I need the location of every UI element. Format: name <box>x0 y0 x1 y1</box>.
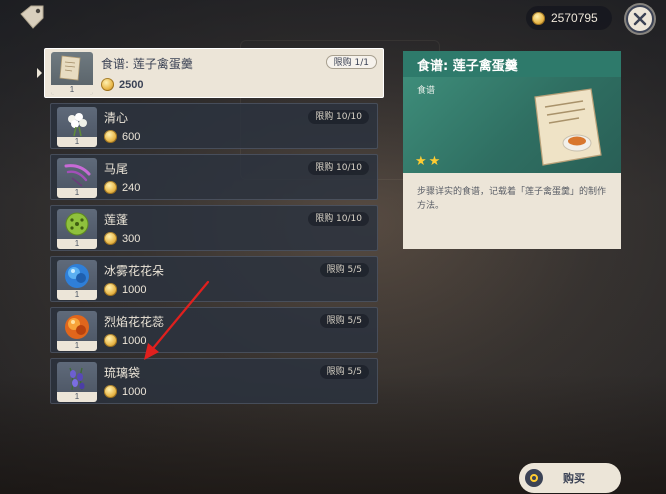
detail-title: 食谱: 莲子禽蛋羹 <box>417 58 518 74</box>
item-price: 2500 <box>101 78 143 91</box>
qingxin-flower-icon <box>68 113 87 137</box>
shop-item-flaming-flower[interactable]: 1 烈焰花花蕊 1000 限购 5/5 <box>50 307 378 353</box>
purchase-limit-badge: 限购 10/10 <box>308 110 369 124</box>
item-thumbnail: 1 <box>57 209 97 249</box>
mist-flower-icon <box>65 264 89 288</box>
shop-item-recipe[interactable]: 1 食谱: 莲子禽蛋羹 2500 限购 1/1 <box>37 48 384 98</box>
item-thumbnail: 1 <box>57 107 97 147</box>
detail-item-type: 食谱 <box>417 86 436 96</box>
item-price: 600 <box>104 130 140 143</box>
item-price-value: 240 <box>122 181 141 194</box>
currency-display: 2570795 <box>526 6 612 30</box>
item-price-value: 600 <box>122 130 141 143</box>
mora-coin-icon <box>104 283 117 296</box>
buy-button[interactable]: 购买 <box>519 463 621 493</box>
selected-indicator <box>37 68 42 78</box>
item-price: 1000 <box>104 334 146 347</box>
item-quantity: 1 <box>57 392 97 402</box>
shop-item-qingxin[interactable]: 1 清心 600 限购 10/10 <box>50 103 378 149</box>
item-price-value: 300 <box>122 232 141 245</box>
purchase-limit-badge: 限购 5/5 <box>319 365 369 379</box>
shop-item-lotus-head[interactable]: 1 莲蓬 300 限购 10/10 <box>50 205 378 251</box>
mora-coin-icon <box>104 334 117 347</box>
item-thumbnail: 1 <box>57 362 97 402</box>
item-quantity: 1 <box>57 341 97 351</box>
item-price: 1000 <box>104 385 146 398</box>
item-thumbnail: 1 <box>57 260 97 300</box>
mora-coin-icon <box>104 130 117 143</box>
mora-coin-icon <box>101 78 114 91</box>
purchase-limit-badge: 限购 10/10 <box>308 212 369 226</box>
star-icon: ★ <box>415 154 427 169</box>
item-quantity: 1 <box>51 85 93 95</box>
detail-artwork: 食谱 ★ ★ <box>403 77 621 173</box>
mora-coin-icon <box>104 232 117 245</box>
glaze-lily-bag-icon <box>69 367 85 391</box>
shop-item-mist-flower[interactable]: 1 冰雾花花朵 1000 限购 5/5 <box>50 256 378 302</box>
purchase-limit-badge: 限购 5/5 <box>319 314 369 328</box>
item-name: 清心 <box>104 111 129 125</box>
detail-description: 步骤详实的食谱，记载着「莲子禽蛋羹」的制作方法。 <box>417 187 607 211</box>
shop-item-horsetail[interactable]: 1 马尾 240 限购 10/10 <box>50 154 378 200</box>
rarity-stars: ★ ★ <box>415 155 440 168</box>
flaming-flower-icon <box>65 315 89 339</box>
close-button[interactable] <box>626 5 654 33</box>
item-name: 马尾 <box>104 162 129 176</box>
item-quantity: 1 <box>57 290 97 300</box>
item-price-value: 2500 <box>119 78 144 91</box>
detail-header: 食谱: 莲子禽蛋羹 <box>403 51 621 77</box>
mora-coin-icon <box>104 385 117 398</box>
item-price: 300 <box>104 232 140 245</box>
horsetail-plant-icon <box>64 164 91 187</box>
item-name: 莲蓬 <box>104 213 129 227</box>
item-name: 食谱: 莲子禽蛋羹 <box>101 57 193 71</box>
lotus-head-icon <box>65 212 89 236</box>
item-thumbnail: 1 <box>57 311 97 351</box>
star-icon: ★ <box>428 154 441 169</box>
item-price-value: 1000 <box>122 334 147 347</box>
item-quantity: 1 <box>57 137 97 147</box>
recipe-scroll-icon <box>59 55 81 81</box>
purchase-limit-badge: 限购 5/5 <box>319 263 369 277</box>
close-icon <box>633 12 647 26</box>
purchase-circle-icon <box>525 469 543 487</box>
purchase-limit-badge: 限购 10/10 <box>308 161 369 175</box>
item-price: 1000 <box>104 283 146 296</box>
shop-item-list: 1 食谱: 莲子禽蛋羹 2500 限购 1/1 1 清心 600 限购 10/1… <box>37 48 384 409</box>
item-name: 琉璃袋 <box>104 366 141 380</box>
item-thumbnail: 1 <box>57 158 97 198</box>
item-detail-panel: 食谱: 莲子禽蛋羹 食谱 ★ ★ 步骤详实的食谱，记载着「莲子禽蛋羹」的制作方法… <box>403 51 621 249</box>
mora-coin-icon <box>104 181 117 194</box>
item-quantity: 1 <box>57 188 97 198</box>
price-tag-icon <box>20 5 44 29</box>
item-thumbnail: 1 <box>51 52 93 95</box>
detail-description-box: 步骤详实的食谱，记载着「莲子禽蛋羹」的制作方法。 <box>403 173 621 249</box>
item-price-value: 1000 <box>122 385 147 398</box>
item-price-value: 1000 <box>122 283 147 296</box>
purchase-limit-badge: 限购 1/1 <box>325 55 377 69</box>
item-name: 冰雾花花朵 <box>104 264 165 278</box>
item-quantity: 1 <box>57 239 97 249</box>
item-name: 烈焰花花蕊 <box>104 315 165 329</box>
buy-button-label: 购买 <box>563 472 585 485</box>
recipe-scroll-icon <box>534 88 602 166</box>
mora-coin-icon <box>532 11 545 25</box>
shop-item-glaze-lily-bag[interactable]: 1 琉璃袋 1000 限购 5/5 <box>50 358 378 404</box>
currency-amount: 2570795 <box>551 11 598 25</box>
item-price: 240 <box>104 181 140 194</box>
